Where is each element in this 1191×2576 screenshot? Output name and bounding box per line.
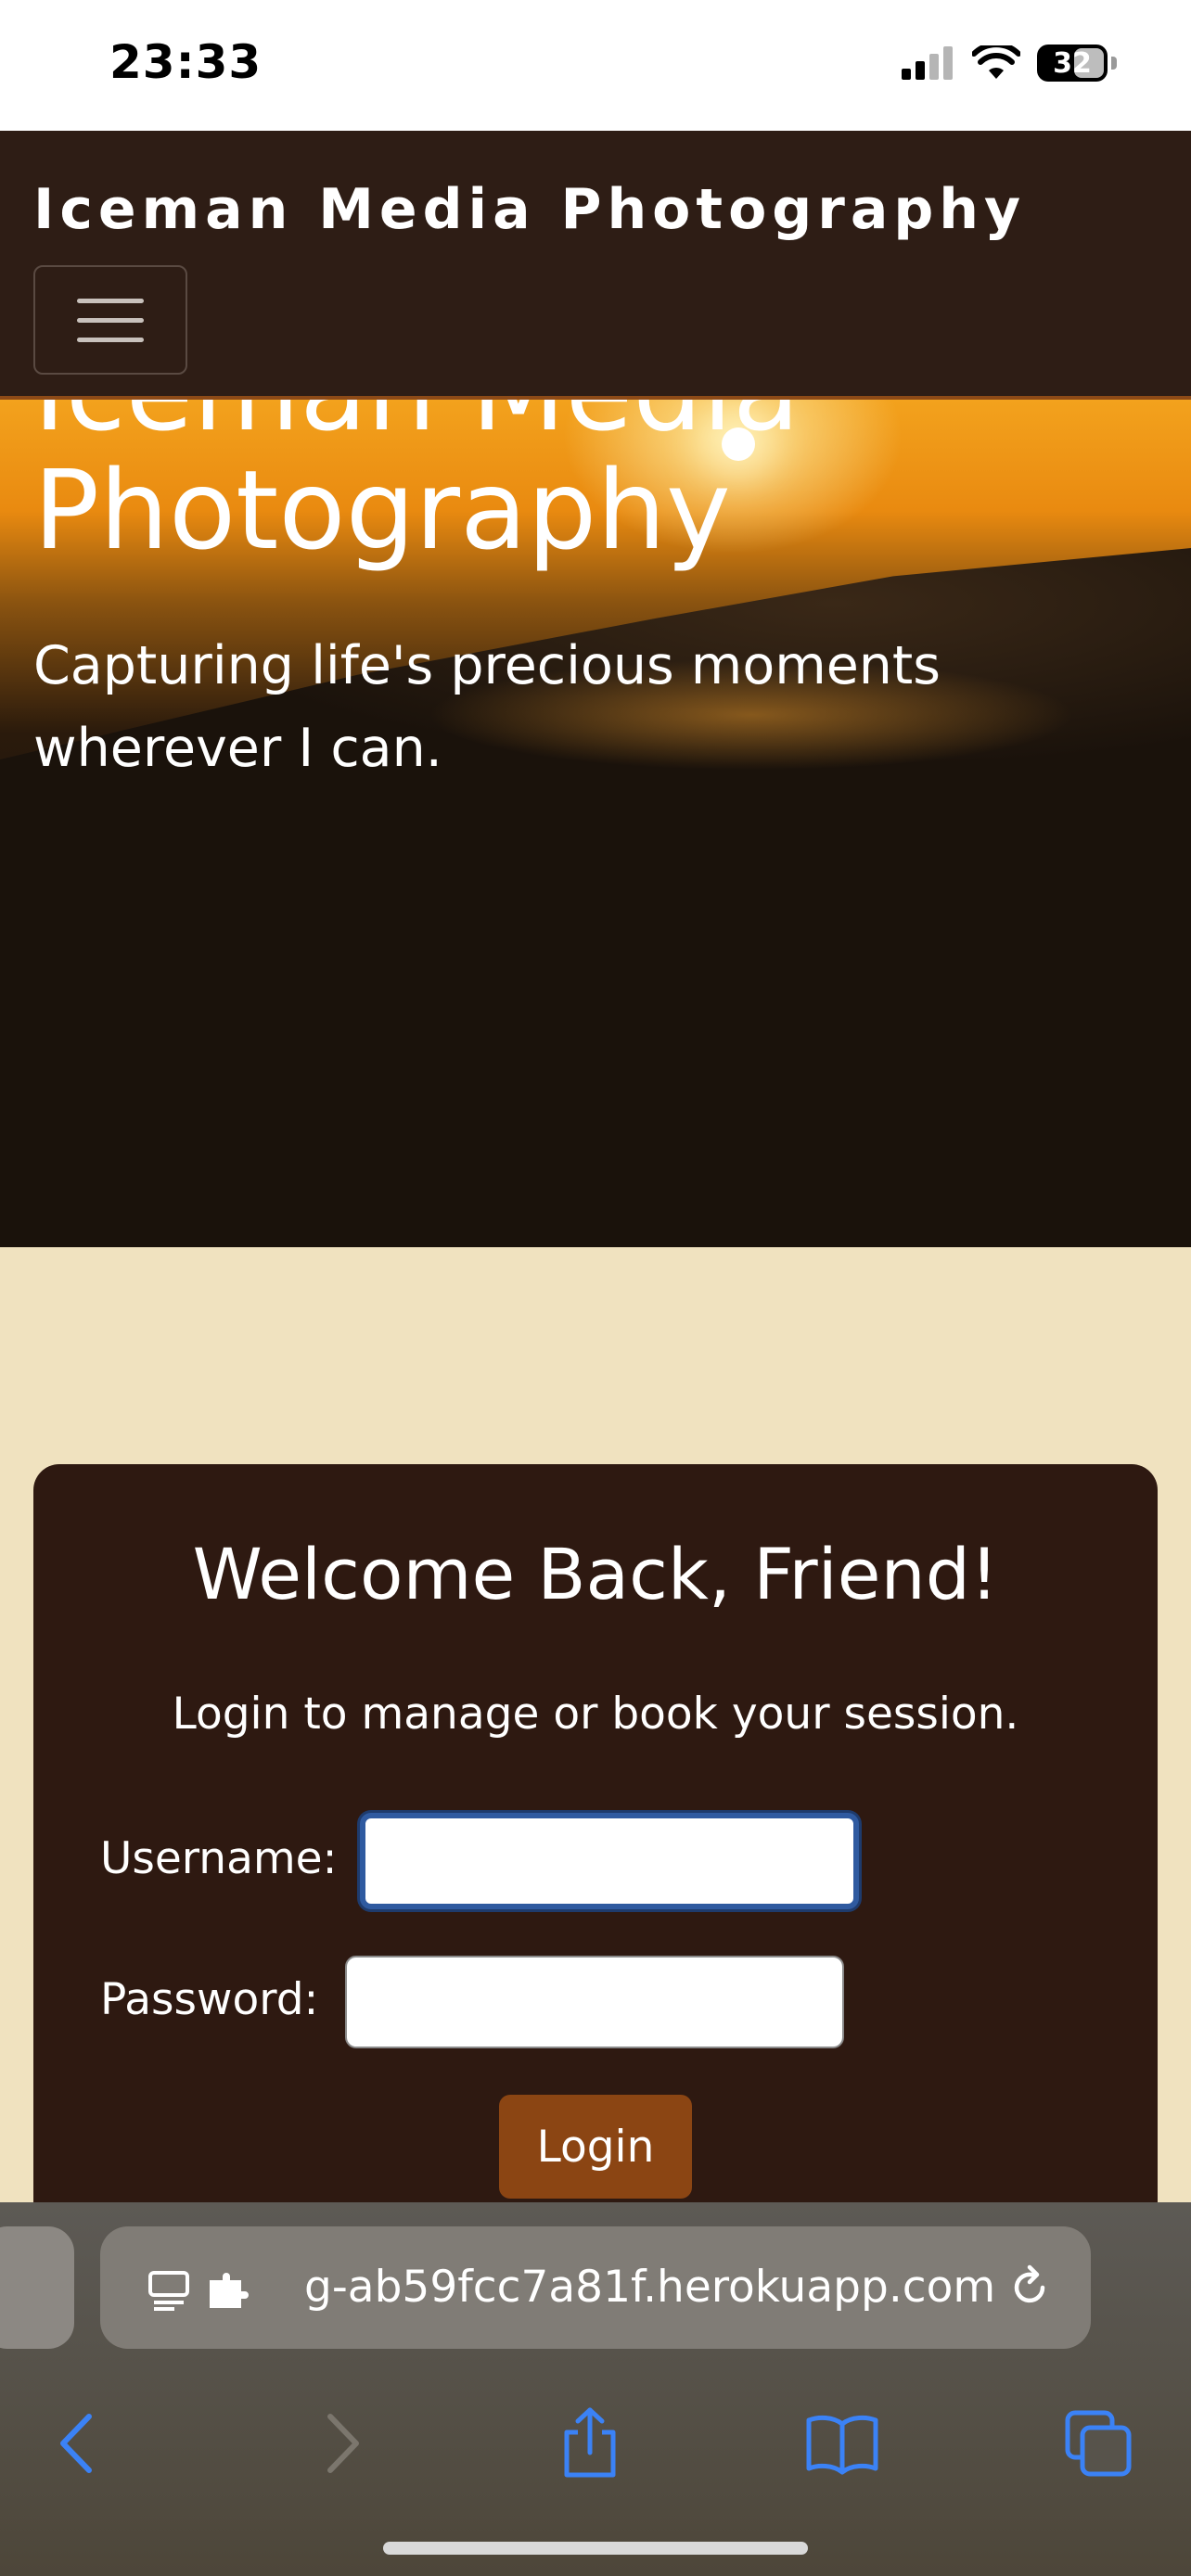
reload-icon[interactable] (1005, 2264, 1054, 2312)
cellular-signal-icon (902, 46, 953, 80)
url-text[interactable]: g-ab59fcc7a81f.herokuapp.com (304, 2262, 995, 2313)
hero-subtitle: Capturing life's precious moments wherev… (33, 635, 941, 779)
bookmarks-icon (806, 2415, 878, 2475)
address-bar[interactable]: g-ab59fcc7a81f.herokuapp.com (100, 2226, 1091, 2349)
tabs-button[interactable] (1061, 2406, 1135, 2480)
password-input[interactable] (345, 1956, 844, 2048)
tabs-icon (1065, 2410, 1132, 2477)
home-indicator[interactable] (383, 2542, 808, 2555)
address-bar-icons (147, 2267, 249, 2312)
login-subtitle: Login to manage or book your session. (172, 1689, 1019, 1740)
forward-icon (327, 2414, 359, 2473)
back-button[interactable] (43, 2406, 117, 2480)
wifi-icon (972, 45, 1020, 79)
navbar: Iceman Media Photography (0, 131, 1191, 400)
hero-banner: Iceman Media Photography Capturing life'… (0, 400, 1191, 1247)
share-icon (564, 2407, 616, 2478)
status-bar: 23:33 32 (0, 0, 1191, 131)
battery-level: 32 (1053, 46, 1092, 80)
hamburger-line (77, 317, 144, 323)
bookmarks-button[interactable] (805, 2406, 879, 2480)
navbar-brand[interactable]: Iceman Media Photography (33, 177, 1026, 242)
extension-icon[interactable] (204, 2267, 249, 2312)
hero-title-line2: Photography (33, 446, 731, 574)
back-icon (60, 2414, 92, 2473)
page-menu-icon[interactable] (147, 2267, 191, 2312)
username-label: Username: (100, 1833, 338, 1884)
status-time: 23:33 (109, 35, 263, 89)
previous-tab-preview[interactable] (0, 2226, 74, 2349)
username-input[interactable] (360, 1813, 859, 1909)
battery-tip (1111, 57, 1117, 70)
battery-icon: 32 (1037, 45, 1108, 82)
forward-button[interactable] (302, 2406, 377, 2480)
hamburger-line (77, 337, 144, 342)
hamburger-menu-button[interactable] (33, 265, 187, 375)
login-button[interactable]: Login (499, 2095, 692, 2199)
login-title: Welcome Back, Friend! (192, 1533, 999, 1615)
browser-toolbar (0, 2388, 1191, 2499)
share-button[interactable] (553, 2406, 627, 2480)
status-icons: 32 (902, 45, 1117, 82)
browser-chrome: g-ab59fcc7a81f.herokuapp.com (0, 2202, 1191, 2576)
hamburger-icon (77, 298, 144, 303)
password-label: Password: (100, 1974, 319, 2025)
